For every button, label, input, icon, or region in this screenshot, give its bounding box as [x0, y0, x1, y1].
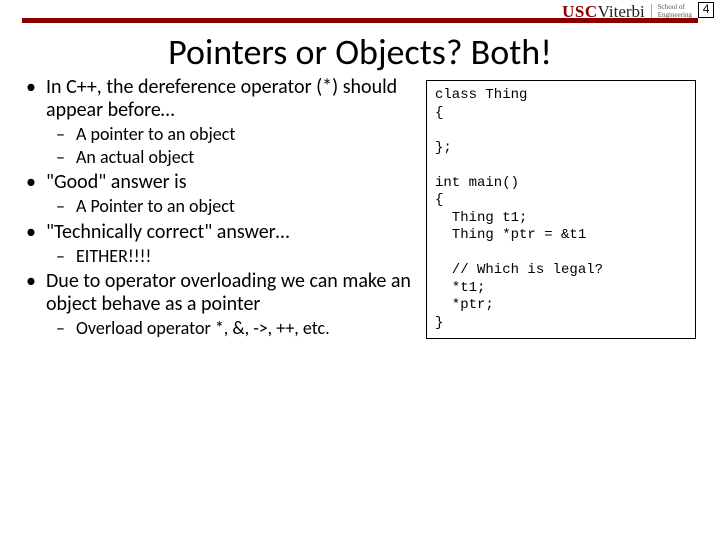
bullet-2: "Good" answer is A Pointer to an object	[40, 171, 416, 218]
bullet-3: "Technically correct" answer… EITHER!!!!	[40, 221, 416, 268]
content-area: In C++, the dereference operator (*) sho…	[24, 76, 696, 530]
code-block: class Thing { }; int main() { Thing t1; …	[426, 80, 696, 339]
bullet-3-text: "Technically correct" answer…	[46, 220, 289, 244]
bullet-4: Due to operator overloading we can make …	[40, 270, 416, 340]
bullet-2-sub-1: A Pointer to an object	[72, 196, 416, 218]
bullet-column: In C++, the dereference operator (*) sho…	[24, 76, 416, 530]
bullet-3-sub-1: EITHER!!!!	[72, 246, 416, 268]
page-number: 4	[698, 2, 714, 18]
bullet-2-text: "Good" answer is	[46, 170, 187, 194]
bullet-1-text: In C++, the dereference operator (*) sho…	[46, 75, 397, 122]
bullet-1: In C++, the dereference operator (*) sho…	[40, 76, 416, 168]
bullet-4-text: Due to operator overloading we can make …	[46, 269, 411, 316]
slide-title: Pointers or Objects? Both!	[0, 30, 720, 74]
bullet-1-sub-2: An actual object	[72, 147, 416, 169]
bullet-1-sub-1: A pointer to an object	[72, 124, 416, 146]
header-rule	[22, 18, 698, 23]
bullet-4-sub-1: Overload operator *, &, ->, ++, etc.	[72, 318, 416, 340]
